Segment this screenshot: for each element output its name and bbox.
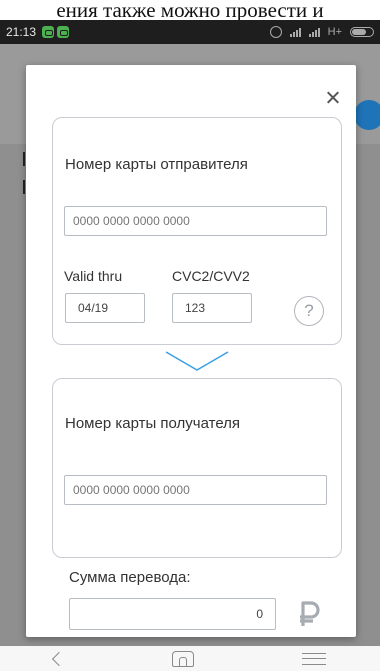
ruble-icon [300,601,320,626]
system-navigation-bar [0,646,380,671]
recipient-card-title: Номер карты получателя [65,415,241,432]
help-icon[interactable]: ? [294,296,324,326]
status-time: 21:13 [6,25,37,39]
amount-label: Сумма перевода: [69,569,191,586]
recipient-card-number-input[interactable] [64,475,327,505]
recipient-card-panel: Номер карты получателя [52,378,342,558]
valid-thru-input[interactable] [65,293,145,323]
close-icon[interactable] [322,87,344,109]
status-bar: 21:13 H+ [0,20,380,44]
cvc-input[interactable] [172,293,252,323]
valid-thru-label: Valid thru [64,268,123,284]
home-icon[interactable] [172,650,194,667]
signal-icon-2 [308,27,320,37]
amount-input[interactable] [69,598,276,630]
cvc-label: CVC2/CVV2 [172,268,250,284]
sender-card-number-input[interactable] [64,206,327,236]
signal-icon [289,27,301,37]
card-transfer-dialog: Номер карты отправителя Valid thru CVC2/… [26,65,356,637]
battery-icon [350,27,374,37]
status-indicators: H+ [269,26,374,38]
menu-icon[interactable] [302,652,326,665]
sender-card-panel: Номер карты отправителя Valid thru CVC2/… [52,117,342,345]
alarm-icon [269,26,282,38]
background-fab-button [354,100,380,130]
notification-app-icon-2 [57,26,70,38]
sender-card-title: Номер карты отправителя [65,156,248,173]
back-icon[interactable] [51,651,67,666]
background-caption-text: ения также можно провести и [0,0,380,20]
network-type: H+ [327,26,342,38]
chevron-down-icon [165,351,229,371]
notification-app-icon [42,26,55,38]
